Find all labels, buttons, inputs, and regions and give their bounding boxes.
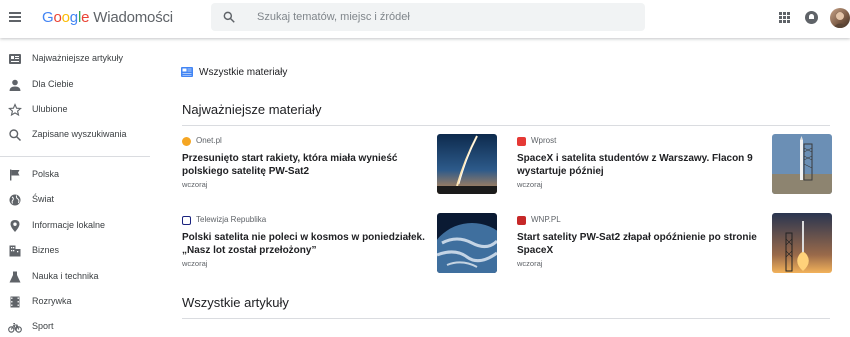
article-title[interactable]: Polski satelita nie poleci w kosmos w po… [182,231,432,257]
article-thumbnail[interactable] [437,134,497,194]
main-menu-icon[interactable] [9,12,21,22]
publisher-name[interactable]: Wprost [531,136,556,145]
sidebar-item-entertainment[interactable]: Rozrywka [0,290,150,314]
sidebar-item-label: Biznes [32,245,60,255]
publisher-logo-icon [182,137,191,146]
section-title-top-stories: Najważniejsze materiały [182,102,322,117]
section-divider [182,125,830,126]
article-time: wczoraj [517,259,543,268]
article-card[interactable]: WNP.PL Start satelity PW-Sat2 złapał opó… [517,213,837,280]
location-pin-icon [10,220,20,232]
article-thumbnail[interactable] [772,134,832,194]
flask-icon [9,271,21,283]
sidebar-item-business[interactable]: Biznes [0,239,150,263]
sidebar-item-label: Zapisane wyszukiwania [32,129,127,139]
google-apps-icon[interactable] [779,12,790,23]
search-input[interactable] [257,8,627,26]
publisher-logo-icon [517,216,526,225]
notifications-icon[interactable] [805,11,818,24]
article-time: wczoraj [182,180,208,189]
article-title[interactable]: Przesunięto start rakiety, która miała w… [182,152,432,178]
publisher-name[interactable]: Telewizja Republika [196,215,266,224]
article-card[interactable]: Telewizja Republika Polski satelita nie … [182,213,502,280]
publisher-name[interactable]: WNP.PL [531,215,561,224]
article-thumbnail[interactable] [772,213,832,273]
person-icon [9,79,21,91]
google-wordmark: Google [42,9,89,26]
breadcrumb-label: Wszystkie materiały [199,67,288,78]
sidebar-item-label: Najważniejsze artykuły [32,53,124,63]
sidebar-item-sport[interactable]: Sport [0,315,150,337]
logo-letter: o [53,9,62,26]
sidebar-item-local[interactable]: Informacje lokalne [0,214,150,238]
article-card[interactable]: Wprost SpaceX i satelita studentów z War… [517,134,837,201]
top-stories-icon [9,54,21,64]
bicycle-icon [8,322,22,333]
publisher-logo-icon [182,216,191,225]
article-time: wczoraj [182,259,208,268]
product-name: Wiadomości [93,9,173,26]
sidebar-item-label: Rozrywka [32,296,72,306]
search-icon[interactable] [222,10,236,24]
sidebar-item-label: Ulubione [32,104,68,114]
publisher-name[interactable]: Onet.pl [196,136,222,145]
newspaper-icon [181,67,193,77]
globe-icon [9,194,21,206]
film-icon [10,296,20,308]
article-card[interactable]: Onet.pl Przesunięto start rakiety, która… [182,134,502,201]
logo-letter: G [42,9,54,26]
publisher-logo-icon [517,137,526,146]
main-content: Wszystkie materiały Najważniejsze materi… [170,38,850,337]
logo-letter: o [61,9,70,26]
section-title-all-articles: Wszystkie artykuły [182,295,289,310]
sidebar-item-top-stories[interactable]: Najważniejsze artykuły [0,47,150,71]
article-thumbnail[interactable] [437,213,497,273]
logo-letter: g [69,9,78,26]
sidebar-item-saved-searches[interactable]: Zapisane wyszukiwania [0,123,150,147]
sidebar-divider [0,156,150,157]
star-icon [8,103,22,117]
sidebar-item-for-you[interactable]: Dla Ciebie [0,73,150,97]
article-title[interactable]: Start satelity PW-Sat2 złapał opóźnienie… [517,231,767,257]
article-title[interactable]: SpaceX i satelita studentów z Warszawy. … [517,152,767,178]
account-avatar[interactable] [830,8,850,28]
sidebar-item-science-tech[interactable]: Nauka i technika [0,265,150,289]
sidebar-item-label: Świat [32,194,55,204]
section-divider [182,318,830,319]
sidebar-item-poland[interactable]: Polska [0,163,150,187]
google-news-logo[interactable]: Google Wiadomości [42,9,173,26]
logo-letter: e [81,9,90,26]
building-icon [9,245,21,257]
flag-icon [10,169,20,181]
sidebar-item-label: Nauka i technika [32,271,99,281]
sidebar-item-label: Informacje lokalne [32,220,106,230]
search-box[interactable] [211,3,645,31]
search-icon [9,129,22,142]
sidebar-item-label: Polska [32,169,60,179]
sidebar: Najważniejsze artykuły Dla Ciebie Ulubio… [0,38,150,337]
sidebar-item-world[interactable]: Świat [0,188,150,212]
top-app-bar: Google Wiadomości [0,0,850,38]
article-time: wczoraj [517,180,543,189]
sidebar-item-favorites[interactable]: Ulubione [0,98,150,122]
sidebar-item-label: Sport [32,321,54,331]
sidebar-item-label: Dla Ciebie [32,79,74,89]
